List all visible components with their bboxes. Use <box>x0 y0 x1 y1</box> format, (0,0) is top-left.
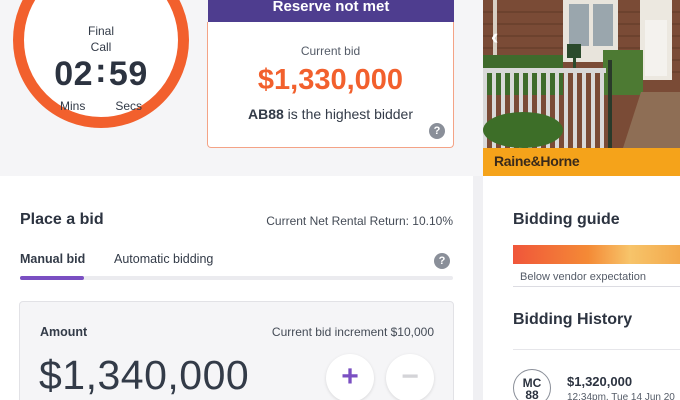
property-photo <box>483 0 680 148</box>
previous-photo-button[interactable]: ‹ <box>491 24 498 50</box>
decrease-bid-button[interactable]: − <box>386 354 434 400</box>
tab-automatic-bidding[interactable]: Automatic bidding <box>114 252 213 266</box>
highest-bidder-text: AB88 is the highest bidder <box>208 106 453 122</box>
sidebar-panel <box>483 176 680 400</box>
agency-logo: Raine&Horne <box>494 153 580 169</box>
help-icon[interactable]: ? <box>434 253 450 269</box>
active-tab-indicator <box>20 276 84 280</box>
tab-track <box>20 276 453 280</box>
bidding-guide-bar <box>513 245 680 264</box>
timer-separator: : <box>95 52 107 90</box>
bidding-guide-caption: Below vendor expectation <box>520 271 646 283</box>
timer-seconds: 59 <box>108 55 148 93</box>
timer-minutes: 02 <box>54 55 94 93</box>
seconds-unit: Secs <box>115 99 143 113</box>
timer-digits: 02 : 59 <box>24 52 178 94</box>
highest-bidder-id: AB88 <box>248 106 284 122</box>
divider <box>513 286 680 287</box>
timer-status: Final Call <box>24 23 178 55</box>
bidder-avatar: MC 88 <box>513 369 551 400</box>
bid-increment: Current bid increment $10,000 <box>271 325 434 339</box>
countdown-timer: Final Call 02 : 59 Mins Secs <box>13 0 189 128</box>
increase-bid-button[interactable]: + <box>326 354 374 400</box>
current-bid-label: Current bid <box>300 44 361 58</box>
help-icon[interactable]: ? <box>429 123 445 139</box>
bidding-guide-title: Bidding guide <box>513 211 620 228</box>
rental-return: Current Net Rental Return: 10.10% <box>266 214 453 228</box>
tab-manual-bid[interactable]: Manual bid <box>20 252 85 266</box>
divider <box>513 349 680 350</box>
history-bid-amount: $1,320,000 <box>567 374 633 389</box>
highest-bidder-suffix: is the highest bidder <box>283 106 413 122</box>
avatar-line2: 88 <box>525 388 539 400</box>
amount-label: Amount <box>40 325 88 339</box>
history-bid-time: 12:34pm, Tue 14 Jun 20 <box>567 392 675 400</box>
reserve-status-banner: Reserve not met <box>208 0 454 22</box>
minutes-unit: Mins <box>59 99 86 113</box>
panel-gutter <box>473 176 483 400</box>
current-bid-amount: $1,330,000 <box>257 64 404 96</box>
bid-amount-input[interactable]: $1,340,000 <box>39 352 249 399</box>
bidding-history-title: Bidding History <box>513 311 633 328</box>
timer-status-line1: Final <box>87 24 114 38</box>
house-illustration <box>483 0 680 148</box>
place-bid-title: Place a bid <box>20 211 104 228</box>
agency-brand-bar: Raine&Horne <box>483 148 680 176</box>
current-bid-card: Current bid $1,330,000 AB88 is the highe… <box>207 22 454 148</box>
timer-units: Mins Secs <box>24 99 178 113</box>
